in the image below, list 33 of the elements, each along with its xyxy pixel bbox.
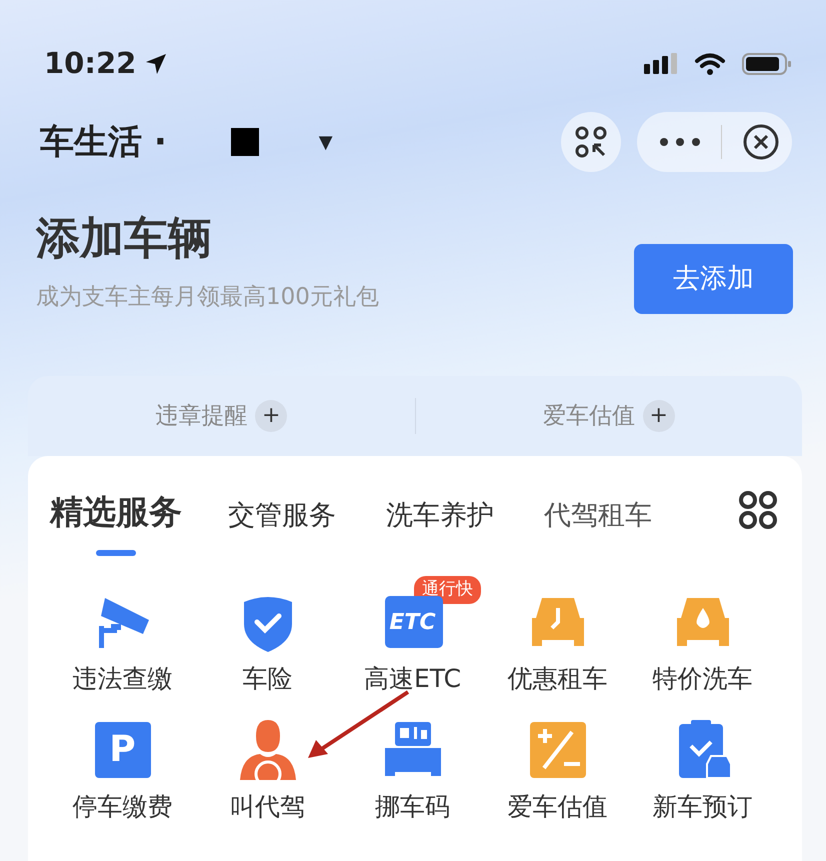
service-item[interactable]: 通行快 ETC 高速ETC xyxy=(340,576,485,698)
page-title: 车生活 · xyxy=(40,120,167,164)
service-item[interactable]: 叫代驾 xyxy=(195,718,340,825)
service-item[interactable]: P 停车缴费 xyxy=(50,718,195,825)
quick-link[interactable]: 违章提醒 + xyxy=(28,392,414,440)
hero-subtitle: 成为支车主每月领最高100元礼包 xyxy=(36,283,379,312)
service-item[interactable]: 违法查缴 xyxy=(50,590,195,698)
signal-icon xyxy=(644,53,678,75)
wifi-icon xyxy=(694,52,726,76)
service-tab[interactable]: 代驾租车 xyxy=(544,500,652,556)
service-item[interactable]: 特价洗车 xyxy=(630,590,775,698)
service-tab[interactable]: 洗车养护 xyxy=(386,500,494,556)
service-tab[interactable]: 交管服务 xyxy=(228,500,336,556)
add-vehicle-button[interactable]: 去添加 xyxy=(634,244,793,314)
icon-label: P xyxy=(109,728,136,772)
service-tab[interactable]: 精选服务 xyxy=(50,492,182,556)
status-time: 10:22 xyxy=(44,45,136,82)
redaction-block xyxy=(230,128,259,156)
dropdown-caret[interactable]: ▼ xyxy=(318,128,333,156)
more-icon[interactable] xyxy=(659,137,701,147)
close-icon[interactable] xyxy=(742,123,780,161)
location-arrow-icon xyxy=(144,52,168,76)
icon-label: ETC xyxy=(389,608,436,636)
all-services-icon[interactable] xyxy=(738,490,778,530)
service-item[interactable]: 新车预订 xyxy=(630,718,775,825)
service-item[interactable]: 车险 xyxy=(195,590,340,698)
battery-icon xyxy=(742,52,792,76)
quick-link[interactable]: 爱车估值 + xyxy=(416,392,802,440)
scan-icon xyxy=(574,125,608,159)
service-item[interactable]: 优惠租车 xyxy=(485,590,630,698)
service-item[interactable]: 爱车估值 xyxy=(485,718,630,825)
hero-title: 添加车辆 xyxy=(36,212,213,266)
service-item[interactable]: 挪车码 xyxy=(340,718,485,825)
